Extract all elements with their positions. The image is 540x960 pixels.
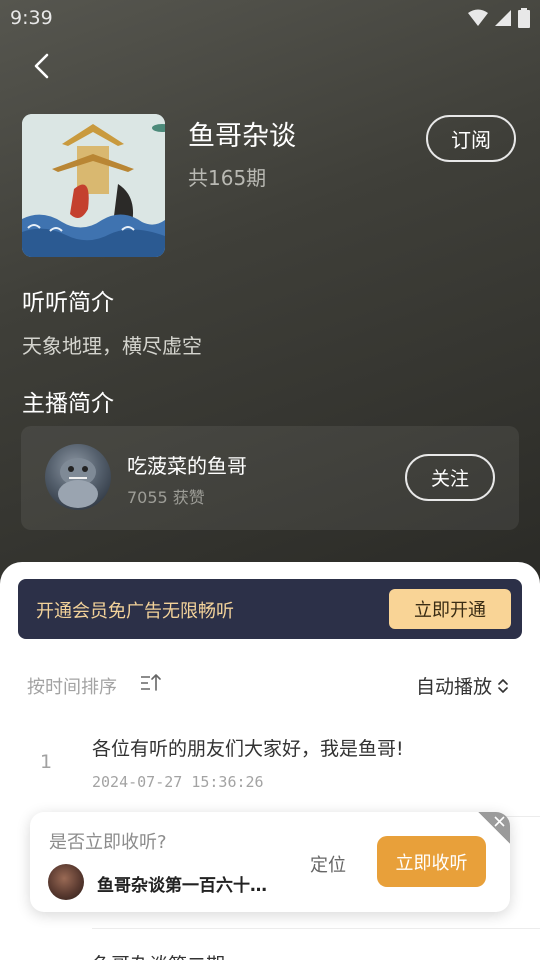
host-heading: 主播简介	[22, 391, 114, 417]
intro-text: 天象地理，横尽虚空	[22, 334, 202, 358]
status-time: 9:39	[10, 7, 53, 29]
episode-title: 各位有听的朋友们大家好，我是鱼哥!	[92, 738, 404, 760]
episode-count: 共165期	[188, 166, 267, 190]
host-name: 吃菠菜的鱼哥	[127, 454, 247, 478]
sort-order-icon[interactable]	[140, 672, 162, 694]
chevron-left-icon	[34, 53, 49, 79]
cover-art-image	[22, 114, 165, 257]
battery-icon	[518, 8, 530, 28]
host-card[interactable]: 吃菠菜的鱼哥 7055 获赞 关注	[21, 426, 519, 530]
back-button[interactable]	[28, 50, 58, 82]
subscribe-button[interactable]: 订阅	[426, 115, 516, 162]
autoplay-label: 自动播放	[415, 676, 492, 698]
vip-open-button[interactable]: 立即开通	[389, 589, 511, 629]
resume-listening-popup: 是否立即收听? 鱼哥杂谈第一百六十… 定位 立即收听	[30, 812, 510, 912]
chevron-up-down-icon	[498, 678, 508, 693]
album-header: 9:39 鱼哥杂谈 共165期 订阅 听听简介 天象地理，横尽虚空 主播简介 吃…	[0, 0, 540, 600]
popup-question: 是否立即收听?	[49, 832, 167, 853]
close-icon	[494, 816, 505, 827]
episode-title: 鱼哥杂谈第二期	[92, 950, 225, 960]
popup-episode-title: 鱼哥杂谈第一百六十…	[97, 876, 267, 896]
wifi-icon	[468, 9, 488, 26]
album-cover	[22, 114, 165, 257]
episode-date: 2024-07-27 15:36:26	[92, 773, 264, 791]
intro-heading: 听听简介	[22, 290, 114, 316]
popup-locate-button[interactable]: 定位	[310, 851, 346, 877]
vip-banner-text: 开通会员免广告无限畅听	[36, 601, 234, 622]
signal-icon	[495, 10, 511, 26]
host-likes: 7055 获赞	[127, 488, 205, 507]
host-avatar[interactable]	[45, 444, 111, 510]
host-avatar-image	[58, 458, 98, 508]
sort-by-time-button[interactable]: 按时间排序	[27, 673, 117, 699]
popup-close-button[interactable]	[478, 812, 510, 844]
follow-button[interactable]: 关注	[405, 454, 495, 501]
album-title: 鱼哥杂谈	[188, 121, 296, 152]
status-icons	[468, 8, 530, 28]
autoplay-toggle[interactable]: 自动播放	[416, 672, 510, 699]
popup-episode-avatar	[48, 864, 84, 900]
popup-listen-now-button[interactable]: 立即收听	[377, 836, 486, 887]
vip-banner[interactable]: 开通会员免广告无限畅听 立即开通	[18, 579, 522, 639]
episode-index: 1	[40, 751, 53, 773]
row-divider	[92, 928, 540, 929]
status-bar: 9:39	[0, 0, 540, 36]
